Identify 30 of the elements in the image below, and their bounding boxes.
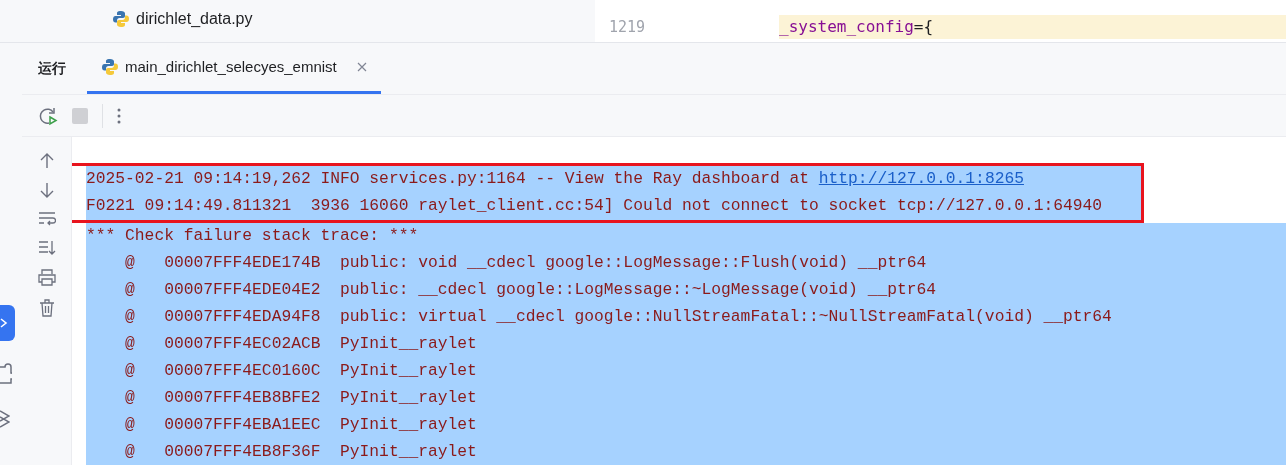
python-icon [112,10,130,28]
dashboard-link[interactable]: http://127.0.0.1:8265 [818,169,1024,189]
scroll-to-end-icon[interactable] [37,240,56,256]
console-line: @ 00007FFF4EB8F36F PyInit__raylet [124,441,477,464]
panel-title: 运行 [38,59,66,78]
rerun-icon[interactable] [38,105,58,126]
layers-icon[interactable] [0,407,10,429]
console-line: F0221 09:14:49.811321 3936 16060 raylet_client.cc:54] Could not connect to socket tcp://127.0.0.1:64940 [86,195,1103,218]
arrow-down-icon[interactable] [38,182,55,198]
console-line: @ 00007FFF4EDE04E2 public: __cdecl google::LogMessage::~LogMessage(void) __ptr64 [124,279,937,302]
file-name[interactable]: dirichlet_data.py [136,7,253,31]
run-tab[interactable]: main_dirichlet_selecyes_emnist [87,43,381,94]
console-line: @ 00007FFF4EDE174B public: void __cdecl google::LogMessage::Flush(void) __ptr64 [124,252,927,275]
console-line: *** Check failure stack trace: *** [86,225,419,248]
trash-icon[interactable] [38,299,55,317]
console-line: @ 00007FFF4EC02ACB PyInit__raylet [124,333,477,356]
chevron-icon [0,317,8,329]
print-icon[interactable] [37,269,56,286]
line-number: 1219 [607,16,646,38]
python-icon [101,58,119,76]
close-icon[interactable] [356,62,367,72]
console-line: @ 00007FFF4EB8BFE2 PyInit__raylet [124,387,477,410]
console-line: 2025-02-21 09:14:19,262 INFO services.py:1164 -- View the Ray dashboard at http://127.0.0.1:8265 [86,168,1024,191]
soft-wrap-icon[interactable] [37,211,56,227]
console-line: @ 00007FFF4EC0160C PyInit__raylet [124,360,477,383]
terminal-button[interactable] [0,305,15,341]
arrow-up-icon[interactable] [38,153,55,169]
console-line: @ 00007FFF4EBA1EEC PyInit__raylet [124,414,477,437]
more-icon[interactable] [117,107,121,124]
console-line: @ 00007FFF4EDA94F8 public: virtual __cdecl google::NullStreamFatal::~NullStreamFatal(void) __ptr64 [124,306,1112,329]
